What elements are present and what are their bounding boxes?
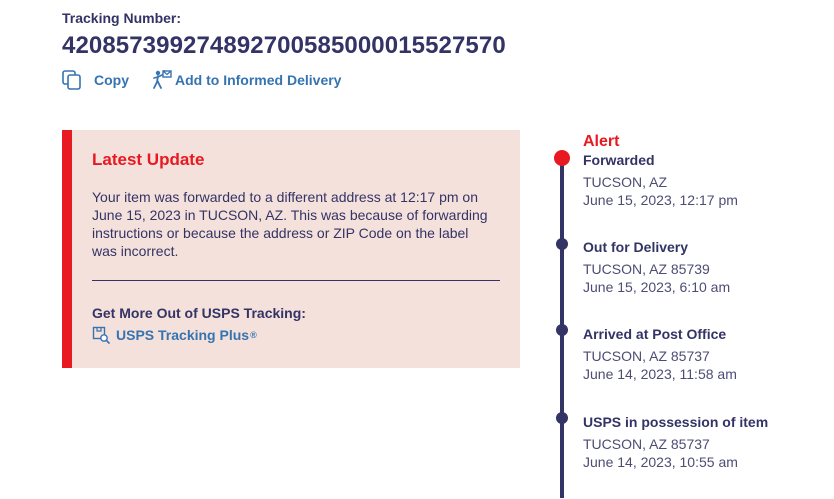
person-mail-icon (151, 70, 173, 90)
copy-label: Copy (94, 72, 129, 88)
package-search-icon (92, 326, 110, 344)
tracking-number: 420857399274892700585000015527570 (62, 32, 506, 59)
tracking-actions: Copy Add to Informed Delivery (62, 70, 341, 90)
timeline-dot (556, 238, 568, 250)
tracking-number-label: Tracking Number: (62, 10, 182, 26)
timeline-event-forwarded: Alert Forwarded TUCSON, AZ June 15, 2023… (583, 133, 738, 209)
timeline-dot-alert (554, 150, 570, 166)
alert-label: Alert (583, 133, 620, 150)
event-status: Forwarded (583, 152, 655, 168)
event-status: USPS in possession of item (583, 414, 769, 430)
tracking-page: Tracking Number: 42085739927489270058500… (0, 0, 834, 499)
usps-tracking-plus-link[interactable]: USPS Tracking Plus ® (92, 326, 257, 344)
event-datetime: June 15, 2023, 12:17 pm (583, 192, 738, 208)
registered-mark: ® (250, 330, 257, 340)
copy-button[interactable]: Copy (62, 70, 129, 90)
event-status: Arrived at Post Office (583, 326, 727, 342)
latest-update-title: Latest Update (92, 150, 205, 169)
event-datetime: June 15, 2023, 6:10 am (583, 279, 731, 295)
timeline-event-out-for-delivery: Out for Delivery TUCSON, AZ 85739 June 1… (583, 238, 730, 296)
event-datetime: June 14, 2023, 10:55 am (583, 454, 738, 470)
event-location: TUCSON, AZ 85737 (583, 348, 710, 364)
timeline-dot (556, 324, 568, 336)
informed-delivery-label: Add to Informed Delivery (175, 72, 342, 88)
event-datetime: June 14, 2023, 11:58 am (583, 366, 737, 382)
add-to-informed-delivery-button[interactable]: Add to Informed Delivery (151, 70, 341, 90)
event-status: Out for Delivery (583, 239, 689, 255)
tracking-plus-label: USPS Tracking Plus (116, 327, 250, 343)
event-location: TUCSON, AZ (583, 174, 668, 190)
timeline-dot (556, 412, 568, 424)
latest-update-card: Latest Update Your item was forwarded to… (62, 130, 520, 368)
divider (92, 280, 500, 281)
copy-icon (62, 70, 82, 90)
latest-update-text: Your item was forwarded to a different a… (92, 189, 488, 259)
more-tracking-title: Get More Out of USPS Tracking: (92, 305, 306, 321)
event-location: TUCSON, AZ 85739 (583, 261, 710, 277)
alert-accent-bar (62, 130, 72, 368)
event-location: TUCSON, AZ 85737 (583, 436, 710, 452)
timeline-event-usps-possession: USPS in possession of item TUCSON, AZ 85… (583, 413, 768, 471)
timeline-event-arrived-post-office: Arrived at Post Office TUCSON, AZ 85737 … (583, 325, 737, 383)
